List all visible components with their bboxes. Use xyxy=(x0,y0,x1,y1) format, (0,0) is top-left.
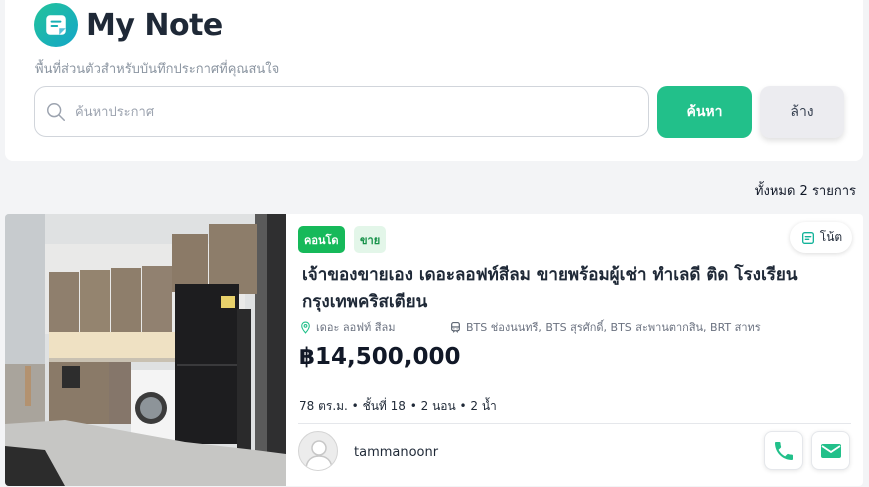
search-box[interactable] xyxy=(34,86,649,137)
train-icon xyxy=(451,321,460,333)
note-icon xyxy=(34,3,78,47)
listing-photo[interactable] xyxy=(5,214,286,486)
email-button[interactable] xyxy=(811,431,850,470)
listing-card[interactable]: คอนโด ขาย โน้ต เจ้าของขายเอง เดอะลอฟท์สี… xyxy=(5,214,863,486)
location-pin-icon xyxy=(301,321,310,334)
header-card: My Note พื้นที่ส่วนตัวสำหรับบันทึกประกาศ… xyxy=(5,0,863,161)
phone-icon xyxy=(774,441,793,460)
deal-type-badge: ขาย xyxy=(354,226,387,253)
page-subtitle: พื้นที่ส่วนตัวสำหรับบันทึกประกาศที่คุณสน… xyxy=(35,62,280,77)
search-button[interactable]: ค้นหา xyxy=(657,86,752,138)
listing-title[interactable]: เจ้าของขายเอง เดอะลอฟท์สีลม ขายพร้อมผู้เ… xyxy=(302,262,842,316)
property-type-badge: คอนโด xyxy=(298,226,345,253)
page-title: My Note xyxy=(86,8,223,43)
location-info: เดอะ ลอฟท์ สีลม xyxy=(299,318,449,336)
note-button-label: โน้ต xyxy=(819,230,843,244)
results-count: ทั้งหมด 2 รายการ xyxy=(754,184,856,199)
user-avatar-icon[interactable] xyxy=(298,431,338,471)
call-button[interactable] xyxy=(764,431,803,470)
note-icon xyxy=(801,231,814,244)
listing-price: ฿14,500,000 xyxy=(299,344,461,370)
listing-meta: เดอะ ลอฟท์ สีลม BTS ช่องนนทรี, BTS สุรศั… xyxy=(299,318,849,336)
clear-button[interactable]: ล้าง xyxy=(760,86,844,138)
listing-specs: 78 ตร.ม. • ชั้นที่ 18 • 2 นอน • 2 น้ำ xyxy=(299,399,497,413)
search-input[interactable] xyxy=(75,99,635,125)
location-text: เดอะ ลอฟท์ สีลม xyxy=(316,321,396,334)
transit-text: BTS ช่องนนทรี, BTS สุรศักดิ์, BTS สะพานต… xyxy=(466,321,761,334)
transit-info: BTS ช่องนนทรี, BTS สุรศักดิ์, BTS สะพานต… xyxy=(449,318,761,336)
note-button[interactable]: โน้ต xyxy=(790,222,852,253)
divider xyxy=(298,423,851,424)
mail-icon xyxy=(820,443,841,458)
owner-name[interactable]: tammanoonr xyxy=(354,445,438,460)
search-icon xyxy=(47,103,65,121)
